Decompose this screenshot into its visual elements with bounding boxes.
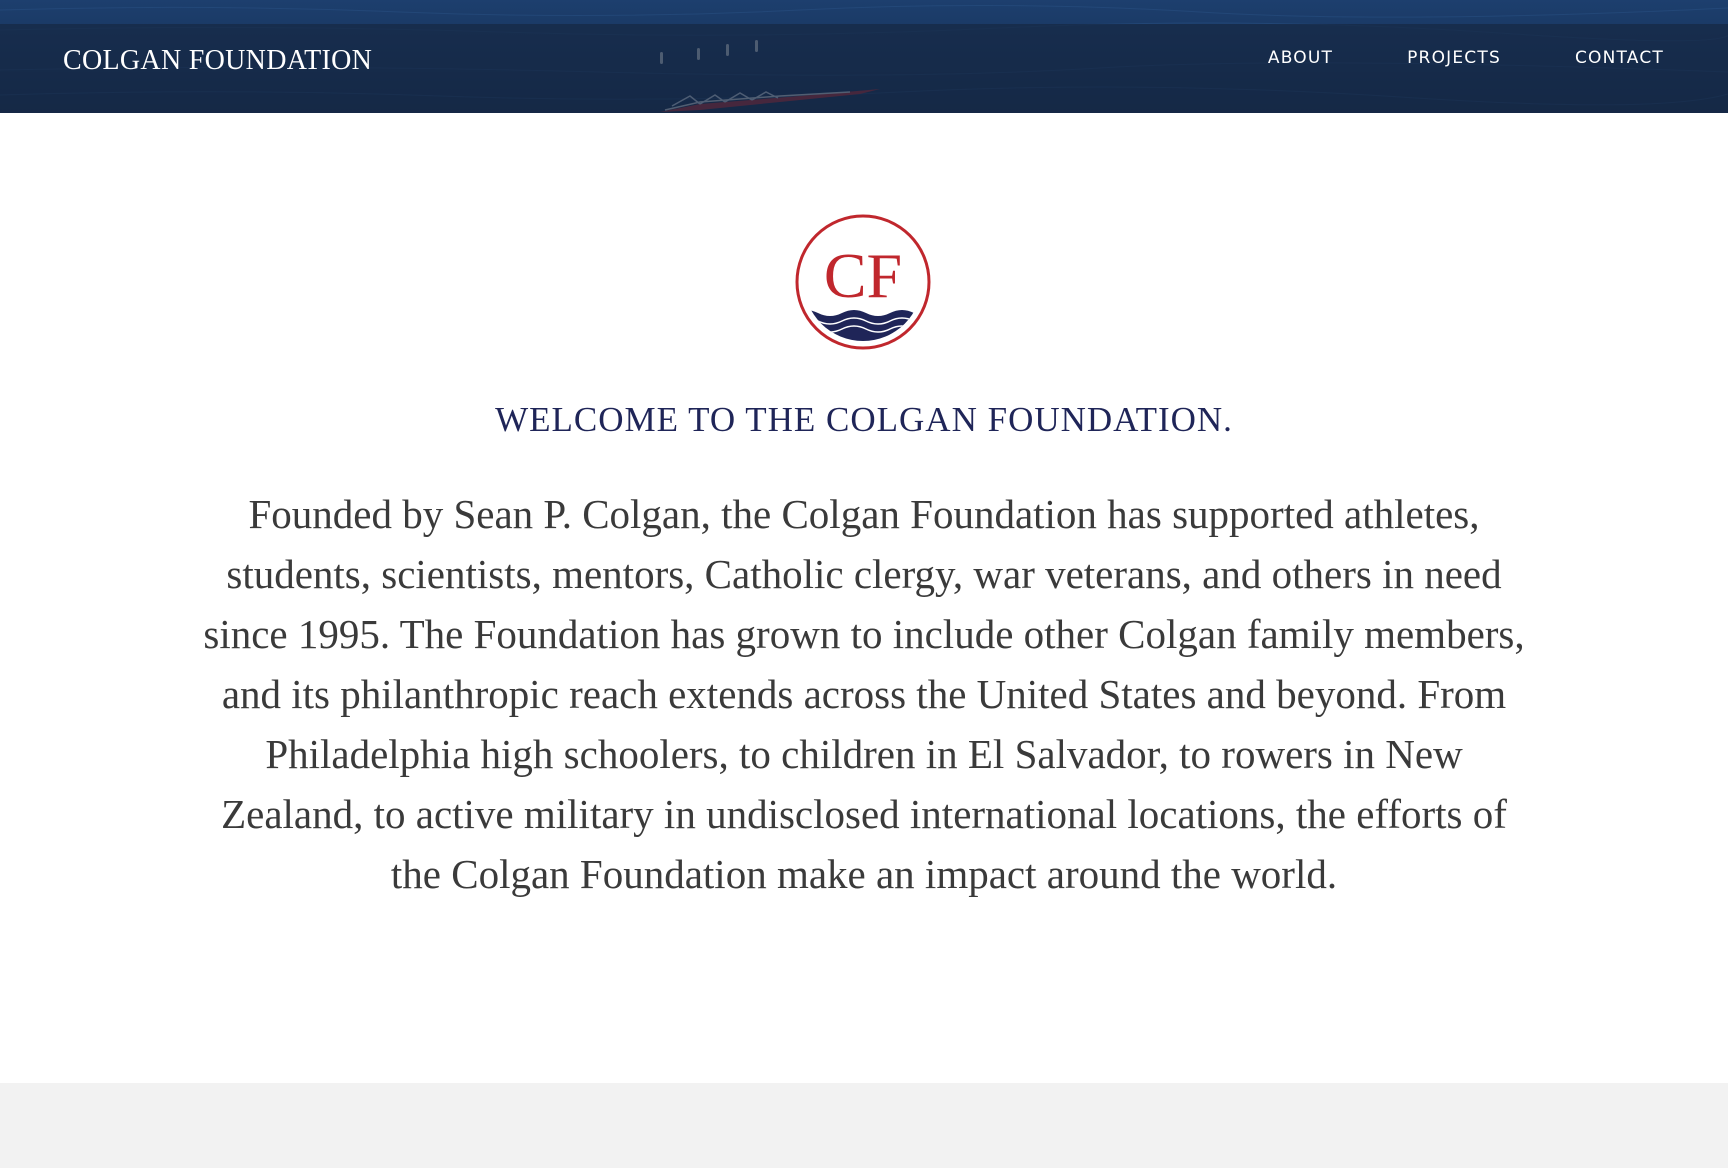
nav-about[interactable]: ABOUT <box>1268 48 1333 68</box>
intro-paragraph: Founded by Sean P. Colgan, the Colgan Fo… <box>203 491 1525 897</box>
cf-wave-logo-icon: CF <box>795 214 931 350</box>
page-title: WELCOME TO THE COLGAN FOUNDATION. <box>495 400 1233 439</box>
main-nav: ABOUT PROJECTS CONTACT <box>1194 48 1664 68</box>
footer-section <box>0 1083 1728 1168</box>
site-header: COLGAN FOUNDATION ABOUT PROJECTS CONTACT <box>0 0 1728 113</box>
nav-contact[interactable]: CONTACT <box>1575 48 1664 68</box>
logo-monogram: CF <box>824 240 902 311</box>
site-title[interactable]: COLGAN FOUNDATION <box>63 45 372 77</box>
nav-projects[interactable]: PROJECTS <box>1407 48 1501 68</box>
